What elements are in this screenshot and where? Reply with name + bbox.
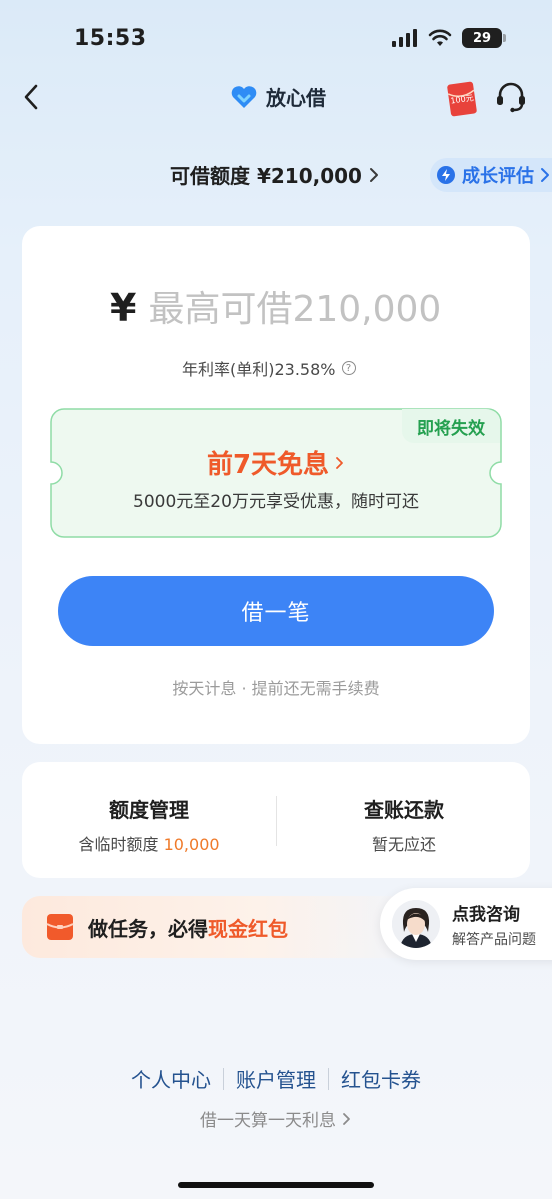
quota-management[interactable]: 额度管理 含临时额度 10,000	[22, 794, 276, 855]
signal-icon	[392, 29, 417, 47]
footer-link-coupons[interactable]: 红包卡券	[329, 1064, 433, 1093]
interest-note-link[interactable]: 借一天算一天利息	[0, 1106, 552, 1131]
consult-text: 点我咨询 解答产品问题	[452, 900, 536, 949]
currency-symbol: ¥	[110, 286, 137, 330]
expiring-badge: 即将失效	[402, 409, 500, 443]
task-text-highlight: 现金红包	[208, 916, 288, 941]
quota-management-title: 额度管理	[109, 798, 189, 822]
footer-link-personal-center[interactable]: 个人中心	[119, 1064, 223, 1093]
consult-button[interactable]: 点我咨询 解答产品问题	[380, 888, 552, 960]
growth-evaluation-button[interactable]: 成长评估	[430, 158, 552, 192]
bill-repayment[interactable]: 查账还款 暂无应还	[277, 794, 531, 855]
grow-icon	[437, 166, 455, 184]
promo-title-text: 前7天免息	[206, 450, 330, 480]
interest-note: 借一天算一天利息	[200, 1111, 336, 1131]
promo-title[interactable]: 前7天免息	[0, 444, 552, 481]
task-gift-icon	[46, 914, 74, 940]
home-indicator[interactable]	[178, 1182, 374, 1188]
chevron-right-icon	[343, 1112, 350, 1125]
bill-status: 暂无应还	[371, 835, 436, 854]
consult-subtitle: 解答产品问题	[452, 931, 536, 948]
amount-input[interactable]: ¥ 最高可借210,000	[110, 280, 441, 332]
brand: 放心借	[230, 82, 326, 111]
task-text-main: 做任务，必得	[88, 916, 208, 941]
task-text: 做任务，必得现金红包	[88, 913, 288, 942]
credit-limit-link[interactable]: 可借额度 ¥210,000	[170, 160, 380, 189]
credit-limit-label: 可借额度 ¥210,000	[170, 164, 362, 188]
task-banner[interactable]: 做任务，必得现金红包	[22, 896, 422, 958]
brand-name: 放心借	[266, 86, 326, 110]
chevron-right-icon	[369, 167, 378, 182]
agent-avatar-icon	[392, 900, 440, 948]
footer-links: 个人中心 账户管理 红包卡券	[0, 1064, 552, 1093]
wifi-icon	[428, 29, 452, 46]
temporary-quota-value: 10,000	[163, 835, 220, 854]
chevron-right-icon	[541, 168, 549, 182]
amount-placeholder: 最高可借210,000	[148, 289, 442, 330]
customer-service-icon	[497, 82, 525, 113]
status-time: 15:53	[74, 26, 147, 51]
avatar	[392, 900, 440, 948]
growth-evaluation-label: 成长评估	[462, 166, 534, 187]
battery-indicator: 29	[462, 28, 506, 48]
temporary-quota: 含临时额度 10,000	[22, 831, 276, 855]
bill-repayment-title: 查账还款	[364, 798, 444, 822]
footer-link-account-management[interactable]: 账户管理	[224, 1064, 328, 1093]
borrow-button[interactable]: 借一笔	[58, 576, 494, 646]
back-button[interactable]	[16, 80, 46, 114]
borrow-note: 按天计息 · 提前还无需手续费	[172, 679, 380, 698]
question-icon[interactable]: ?	[341, 361, 356, 375]
temporary-quota-label: 含临时额度	[78, 835, 159, 854]
chevron-right-icon	[336, 456, 343, 469]
consult-title: 点我咨询	[452, 904, 520, 925]
customer-service-button[interactable]	[494, 80, 528, 118]
promo-subtitle: 5000元至20万元享受优惠，随时可还	[133, 492, 419, 512]
red-packet-icon: 100元	[447, 81, 477, 117]
interest-rate: 年利率(单利)23.58% ?	[182, 356, 356, 380]
interest-rate-text: 年利率(单利)23.58%	[182, 360, 336, 379]
red-packet-button[interactable]: 100元	[445, 80, 479, 122]
status-icons: 29	[392, 28, 506, 48]
brand-logo-icon	[231, 85, 257, 108]
back-icon	[24, 84, 38, 110]
